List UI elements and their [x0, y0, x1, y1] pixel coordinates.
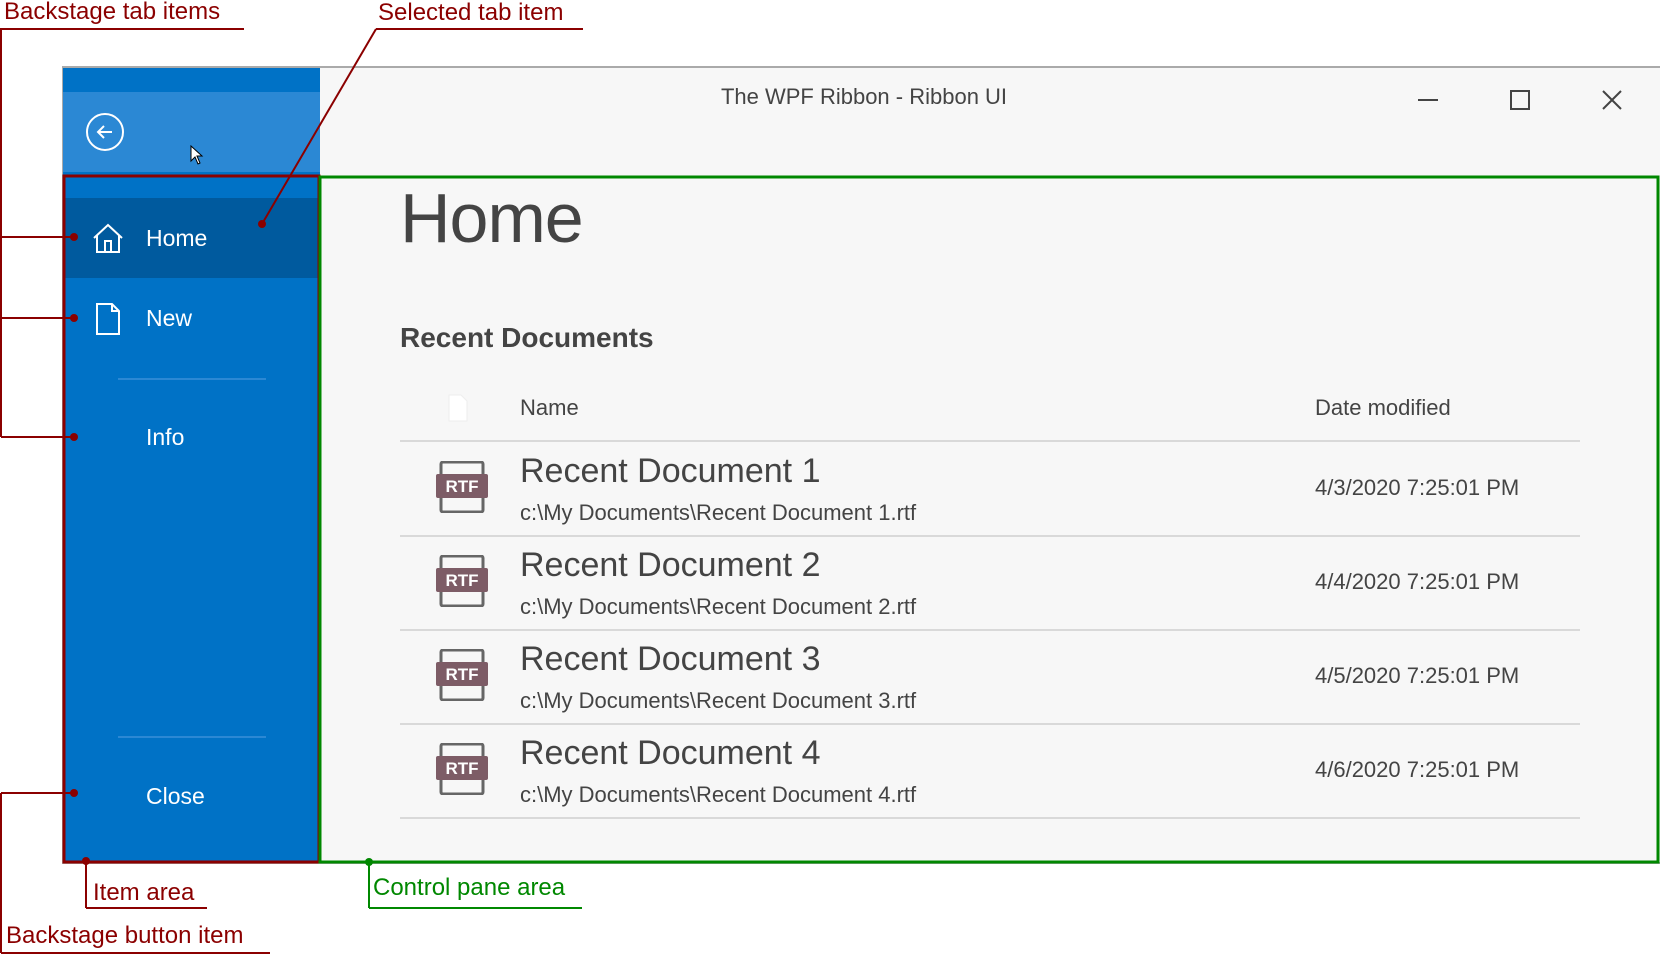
annotation-backstage-tab-items: Backstage tab items [4, 0, 221, 25]
annotation-backstage-button-item: Backstage button item [6, 922, 244, 949]
dot-close [70, 789, 78, 797]
annotation-lines [0, 28, 1660, 954]
dot-new [70, 314, 78, 322]
annotation-selected-tab-item: Selected tab item [378, 0, 564, 26]
dot-selected [258, 220, 266, 228]
dot-item-area [82, 857, 90, 865]
dot-control-pane [365, 858, 373, 866]
annotation-control-pane-area: Control pane area [373, 874, 566, 901]
item-area-outline [62, 174, 321, 864]
annotation-item-area: Item area [93, 879, 195, 906]
dot-home [70, 233, 78, 241]
dot-info [70, 433, 78, 441]
control-pane-outline [318, 175, 1660, 864]
